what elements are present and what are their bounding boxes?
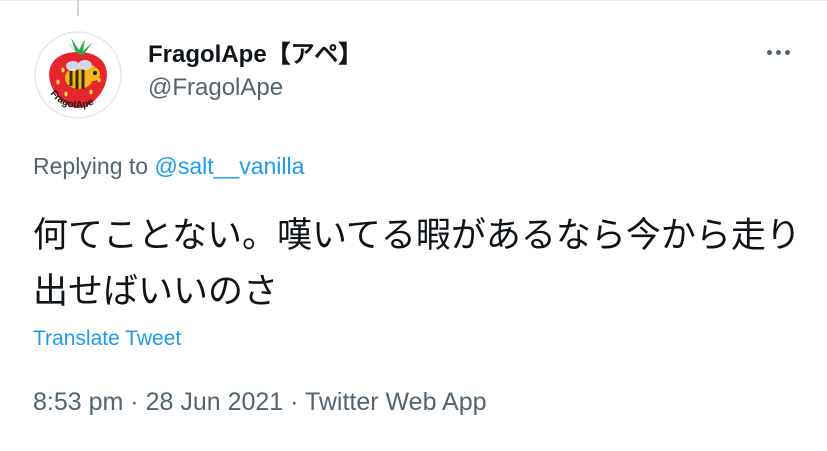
tweet-metadata: 8:53 pm · 28 Jun 2021 · Twitter Web App bbox=[33, 388, 487, 417]
tweet-time[interactable]: 8:53 pm bbox=[33, 388, 123, 416]
strawberry-bee-avatar-icon: FragolApe bbox=[33, 30, 123, 120]
thread-connector-line bbox=[77, 0, 79, 16]
more-dots-icon bbox=[775, 49, 781, 55]
meta-separator: · bbox=[283, 388, 305, 416]
reply-mention-link[interactable]: @salt__vanilla bbox=[154, 153, 304, 179]
tweet-text: 何てことない。嘆いてる暇があるなら今から走り出せばいいのさ bbox=[33, 216, 801, 312]
avatar[interactable]: FragolApe bbox=[33, 30, 123, 120]
meta-separator: · bbox=[123, 388, 146, 416]
reply-prefix: Replying to bbox=[33, 153, 155, 179]
tweet-date[interactable]: 28 Jun 2021 bbox=[146, 388, 284, 416]
top-divider bbox=[0, 0, 827, 1]
more-dots-icon bbox=[766, 49, 772, 55]
more-options-button[interactable] bbox=[760, 40, 796, 64]
translate-tweet-link[interactable]: Translate Tweet bbox=[33, 327, 181, 351]
tweet-detail: FragolApe FragolApe【アペ】 @FragolApe Reply… bbox=[0, 0, 827, 451]
more-dots-icon bbox=[784, 49, 790, 55]
author-display-name[interactable]: FragolApe【アペ】 bbox=[148, 34, 362, 69]
reply-context: Replying to @salt__vanilla bbox=[33, 153, 304, 180]
author-handle[interactable]: @FragolApe bbox=[148, 74, 283, 102]
tweet-source: Twitter Web App bbox=[304, 388, 487, 416]
